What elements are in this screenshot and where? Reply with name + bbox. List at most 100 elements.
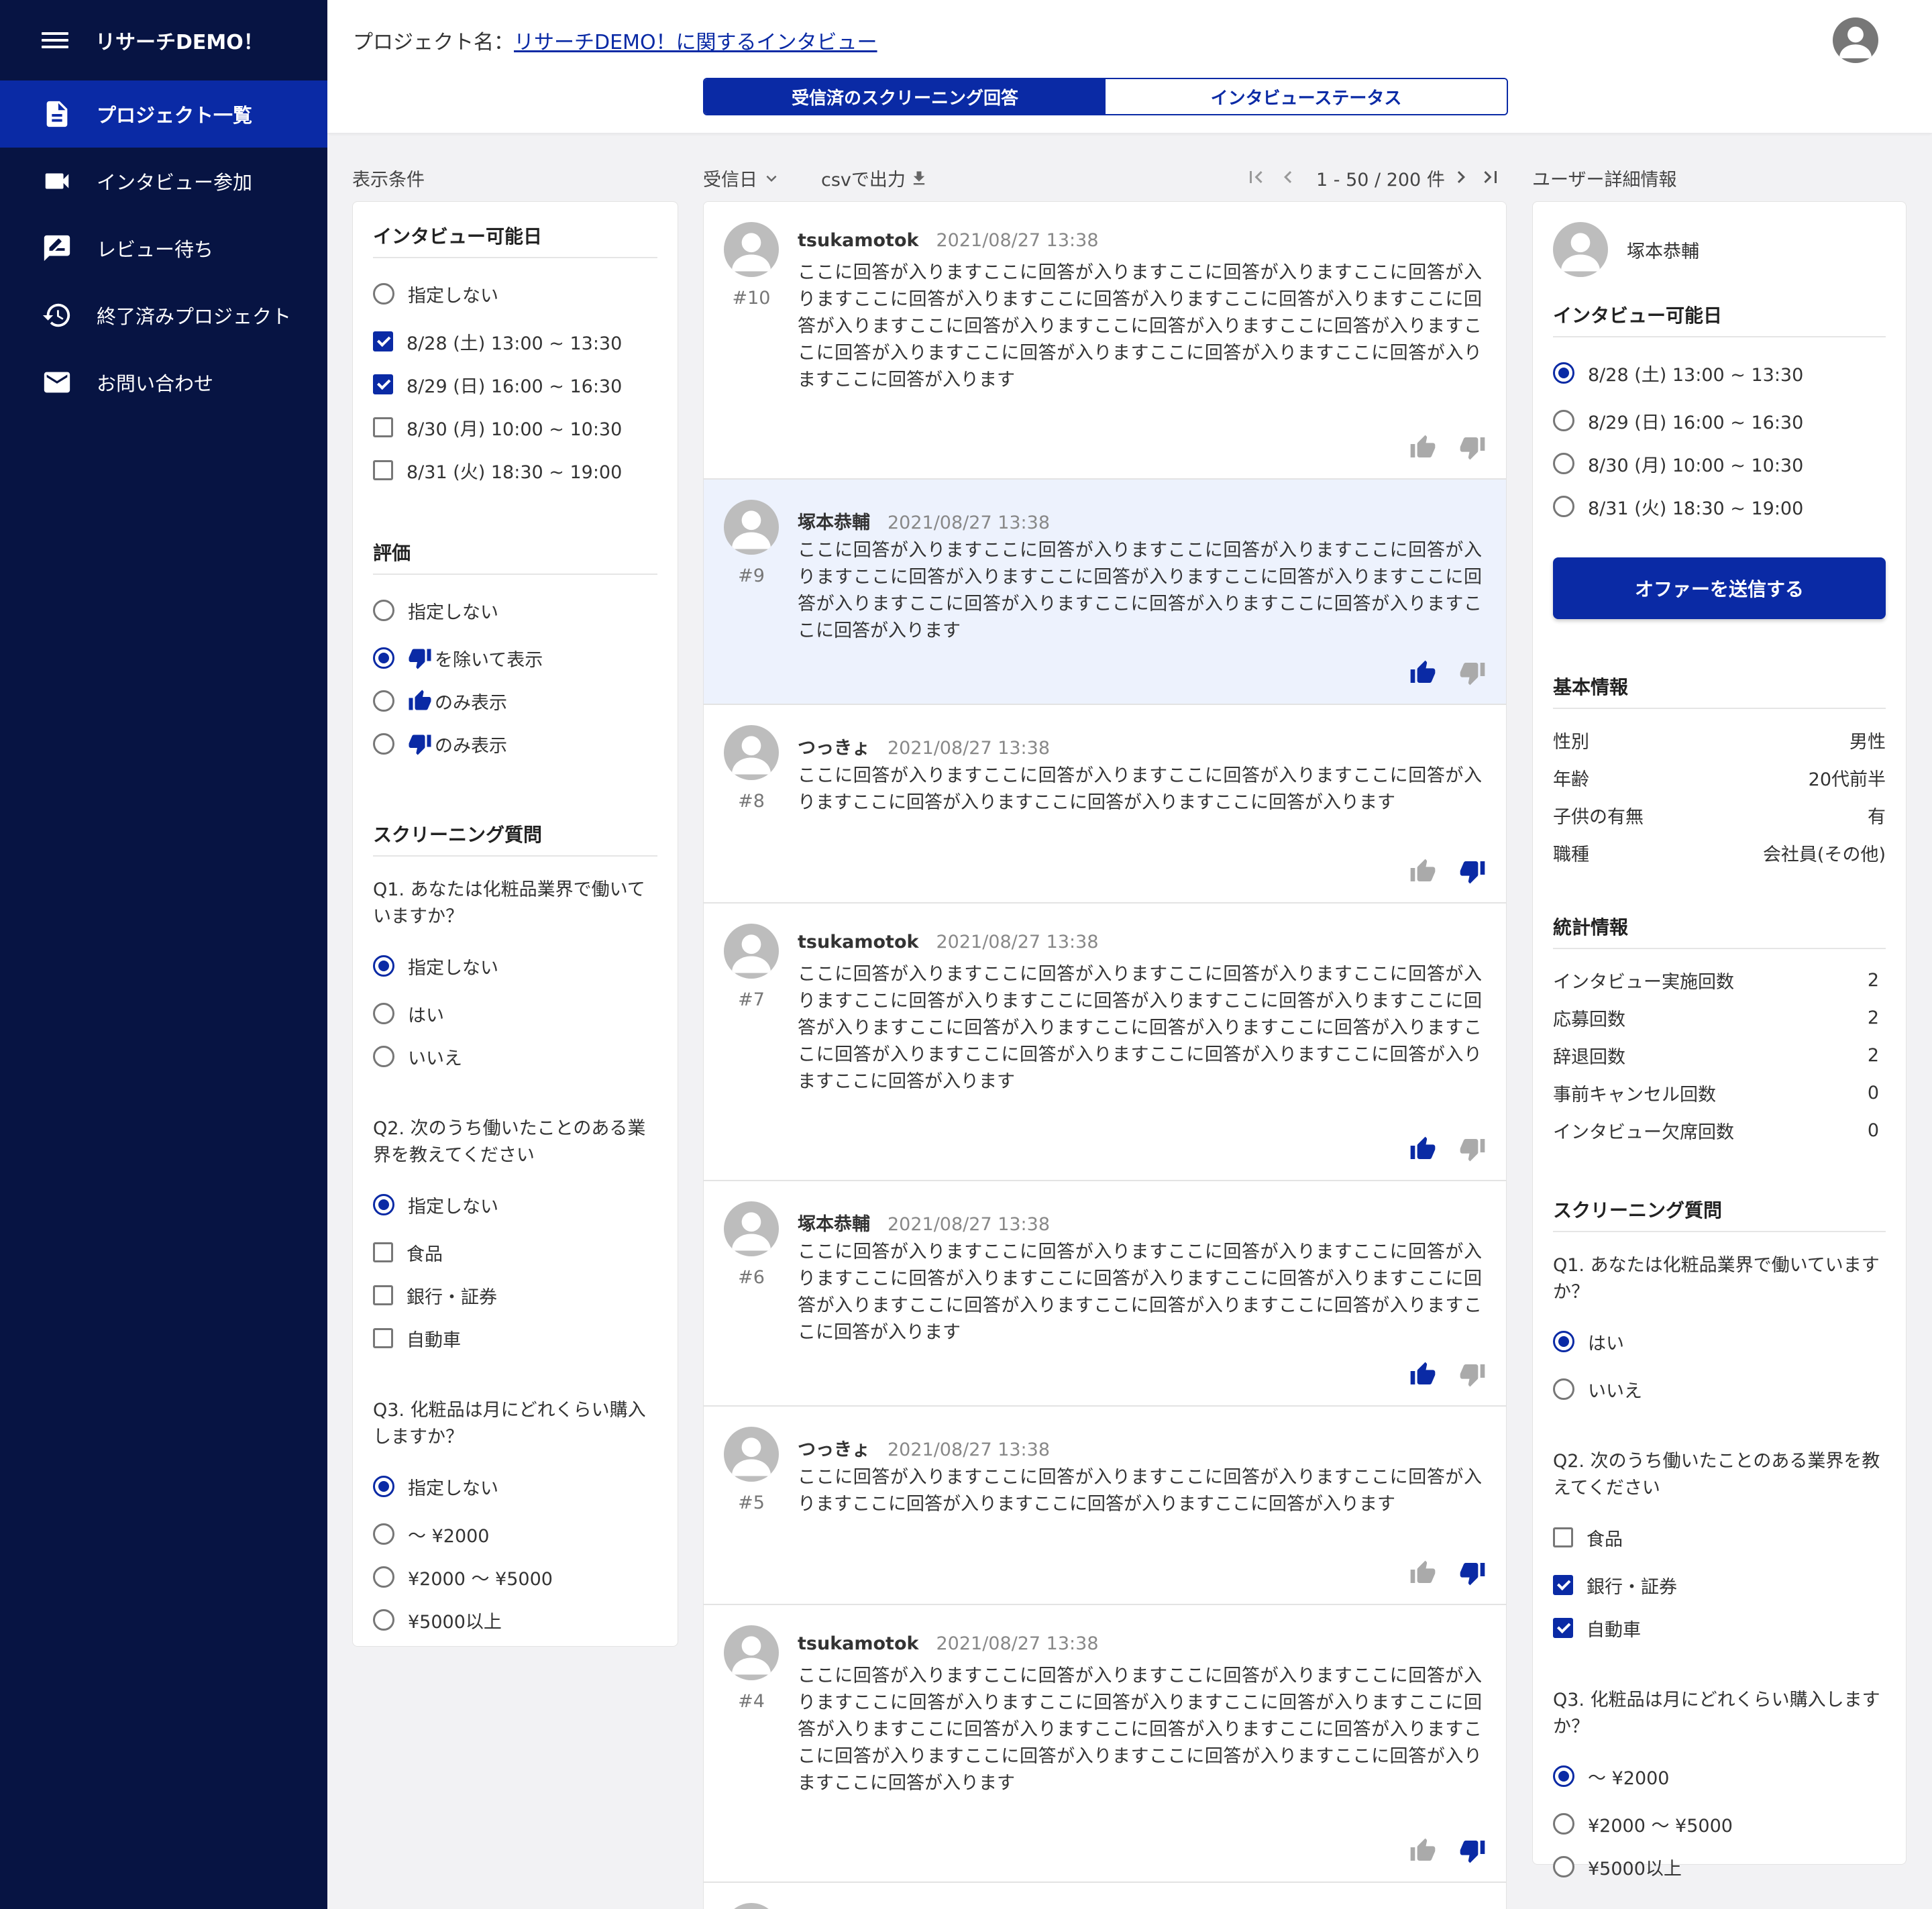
thumbs-down-icon[interactable] (1459, 1837, 1486, 1864)
response-item[interactable]: #7 tsukamotok 2021/08/27 13:38 ここに回答が入ります… (704, 904, 1506, 1181)
checkbox[interactable] (373, 1242, 393, 1262)
thumbs-up-icon[interactable] (1409, 858, 1436, 885)
radio-button[interactable] (373, 1476, 394, 1497)
user-availability-option[interactable]: 8/30 (月) 10:00 ~ 10:30 (1553, 442, 1886, 485)
availability-filter-option[interactable]: 8/29 (日) 16:00 ~ 16:30 (373, 363, 657, 406)
thumbs-up-icon[interactable] (1409, 1837, 1436, 1864)
radio-button[interactable] (373, 1003, 394, 1024)
q1-filter-option[interactable]: いいえ (373, 1035, 657, 1078)
checkbox[interactable] (373, 374, 393, 394)
q2-filter-option[interactable]: 食品 (373, 1231, 657, 1274)
q2-filter-none[interactable]: 指定しない (373, 1179, 657, 1231)
thumbs-up-icon[interactable] (1409, 434, 1436, 461)
checkbox[interactable] (373, 417, 393, 437)
sidebar-item-projects[interactable]: プロジェクト一覧 (0, 80, 327, 148)
radio-button[interactable] (1553, 453, 1574, 474)
radio-button[interactable] (373, 1609, 394, 1631)
sidebar-item-interview-join[interactable]: インタビュー参加 (0, 148, 327, 215)
csv-export-button[interactable]: csvで出力 (821, 165, 928, 191)
project-name-link[interactable]: リサーチDEMO！に関するインタビュー (514, 31, 877, 54)
radio-button[interactable] (373, 955, 394, 977)
radio-button[interactable] (373, 1194, 394, 1215)
radio-button[interactable] (1553, 362, 1574, 384)
sidebar-item-review-pending[interactable]: レビュー待ち (0, 215, 327, 282)
radio-button[interactable] (373, 647, 394, 669)
response-item[interactable]: #9 塚本恭輔 2021/08/27 13:38 ここに回答が入りますここに回答が… (704, 480, 1506, 705)
thumbs-down-icon[interactable] (1459, 1136, 1486, 1162)
rating-filter-up-only[interactable]: のみ表示 (373, 679, 657, 722)
radio-button[interactable] (1553, 1378, 1574, 1400)
q3-filter-option[interactable]: 〜 ¥2000 (373, 1513, 657, 1556)
q3-filter-option[interactable]: ¥5000以上 (373, 1598, 657, 1641)
radio-button[interactable] (1553, 410, 1574, 431)
radio-button[interactable] (1553, 1813, 1574, 1835)
response-number: #5 (738, 1492, 765, 1513)
radio-button[interactable] (373, 600, 394, 621)
send-offer-button[interactable]: オファーを送信する (1553, 557, 1886, 619)
q1-filter-option[interactable]: 指定しない (373, 940, 657, 992)
availability-filter-option[interactable]: 8/30 (月) 10:00 ~ 10:30 (373, 406, 657, 449)
sidebar-item-label: プロジェクト一覧 (97, 104, 253, 127)
radio-button[interactable] (373, 283, 394, 305)
radio-button[interactable] (1553, 1856, 1574, 1877)
response-item[interactable]: #4 tsukamotok 2021/08/27 13:38 ここに回答が入ります… (704, 1605, 1506, 1883)
thumbs-down-icon[interactable] (1459, 1560, 1486, 1586)
radio-button[interactable] (373, 690, 394, 712)
checkbox[interactable] (1553, 1618, 1573, 1638)
sidebar-item-contact[interactable]: お問い合わせ (0, 349, 327, 416)
response-item[interactable]: #6 塚本恭輔 2021/08/27 13:38 ここに回答が入りますここに回答が… (704, 1181, 1506, 1407)
radio-button[interactable] (1553, 1331, 1574, 1352)
radio-button[interactable] (1553, 1765, 1574, 1787)
user-avatar-icon[interactable] (1833, 17, 1878, 63)
response-item[interactable]: #5 つっきょ 2021/08/27 13:38 ここに回答が入りますここに回答が… (704, 1407, 1506, 1605)
checkbox[interactable] (1553, 1575, 1573, 1595)
availability-filter-option[interactable]: 8/28 (土) 13:00 ~ 13:30 (373, 320, 657, 363)
checkbox[interactable] (373, 460, 393, 480)
radio-button[interactable] (373, 1046, 394, 1067)
checkbox[interactable] (373, 1285, 393, 1305)
sidebar-item-finished-projects[interactable]: 終了済みプロジェクト (0, 282, 327, 349)
thumbs-down-icon[interactable] (1459, 1361, 1486, 1388)
thumbs-up-icon[interactable] (1409, 1560, 1436, 1586)
tab-interview-status[interactable]: インタビューステータス (1106, 79, 1507, 114)
q3-filter-option[interactable]: ¥2000 〜 ¥5000 (373, 1556, 657, 1598)
availability-filter-option[interactable]: 8/31 (火) 18:30 ~ 19:00 (373, 449, 657, 492)
q2-filter-option[interactable]: 銀行・証券 (373, 1274, 657, 1317)
thumbs-up-icon[interactable] (1409, 1361, 1436, 1388)
rating-filter-exclude-down[interactable]: を除いて表示 (373, 637, 657, 679)
user-availability-option[interactable]: 8/28 (土) 13:00 ~ 13:30 (1553, 347, 1886, 399)
hamburger-menu-icon[interactable] (42, 32, 68, 48)
thumbs-up-icon[interactable] (1409, 659, 1436, 686)
q3-filter-option[interactable]: 指定しない (373, 1460, 657, 1513)
response-author: tsukamotok (798, 1633, 919, 1654)
vote-buttons (1409, 1560, 1486, 1586)
checkbox[interactable] (1553, 1527, 1573, 1547)
rating-filter-down-only[interactable]: のみ表示 (373, 722, 657, 765)
response-item[interactable] (704, 1883, 1506, 1909)
prev-page-icon[interactable] (1276, 165, 1300, 189)
tab-screening-responses[interactable]: 受信済のスクリーニング回答 (704, 79, 1106, 114)
user-availability-option[interactable]: 8/29 (日) 16:00 ~ 16:30 (1553, 399, 1886, 442)
user-availability-option[interactable]: 8/31 (火) 18:30 ~ 19:00 (1553, 485, 1886, 528)
avatar (724, 500, 779, 555)
radio-button[interactable] (373, 1523, 394, 1545)
checkbox[interactable] (373, 1328, 393, 1348)
checkbox[interactable] (373, 331, 393, 351)
q1-filter-option[interactable]: はい (373, 992, 657, 1035)
thumbs-down-icon[interactable] (1459, 659, 1486, 686)
response-item[interactable]: #8 つっきょ 2021/08/27 13:38 ここに回答が入りますここに回答が… (704, 705, 1506, 904)
response-item[interactable]: #10 tsukamotok 2021/08/27 13:38 ここに回答が入りま… (704, 202, 1506, 480)
first-page-icon[interactable] (1244, 165, 1268, 189)
next-page-icon[interactable] (1449, 165, 1473, 189)
q2-filter-option[interactable]: 自動車 (373, 1317, 657, 1360)
rating-filter-none[interactable]: 指定しない (373, 584, 657, 637)
thumbs-down-icon[interactable] (1459, 434, 1486, 461)
thumbs-up-icon[interactable] (1409, 1136, 1436, 1162)
radio-button[interactable] (373, 1566, 394, 1588)
radio-button[interactable] (373, 733, 394, 755)
sort-dropdown[interactable]: 受信日 (703, 165, 782, 191)
radio-button[interactable] (1553, 496, 1574, 517)
availability-filter-none[interactable]: 指定しない (373, 268, 657, 320)
thumbs-down-icon[interactable] (1459, 858, 1486, 885)
last-page-icon[interactable] (1479, 165, 1503, 189)
